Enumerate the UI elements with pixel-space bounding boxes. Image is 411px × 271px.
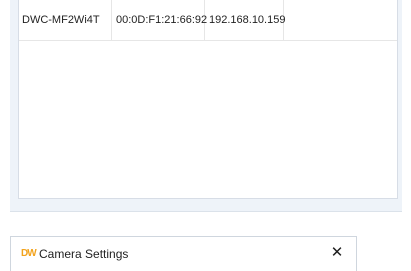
device-name-cell: DWC-MF2Wi4T bbox=[19, 0, 112, 41]
device-ip-cell: 192.168.10.159 bbox=[205, 0, 285, 41]
close-icon[interactable]: ✕ bbox=[328, 244, 346, 262]
app-logo-icon: DW bbox=[21, 248, 37, 259]
screen: DWC-MF2Wi4T 00:0D:F1:21:66:92 192.168.10… bbox=[0, 0, 411, 271]
camera-settings-titlebar[interactable]: DW Camera Settings ✕ bbox=[10, 236, 357, 271]
device-list[interactable]: DWC-MF2Wi4T 00:0D:F1:21:66:92 192.168.10… bbox=[18, 0, 398, 199]
device-row[interactable]: DWC-MF2Wi4T 00:0D:F1:21:66:92 192.168.10… bbox=[19, 0, 397, 41]
device-extra-cell bbox=[284, 0, 397, 41]
camera-settings-title: Camera Settings bbox=[39, 247, 129, 261]
window-divider bbox=[10, 211, 402, 212]
device-mac-cell: 00:0D:F1:21:66:92 bbox=[112, 0, 207, 41]
device-discovery-window: DWC-MF2Wi4T 00:0D:F1:21:66:92 192.168.10… bbox=[10, 0, 402, 212]
